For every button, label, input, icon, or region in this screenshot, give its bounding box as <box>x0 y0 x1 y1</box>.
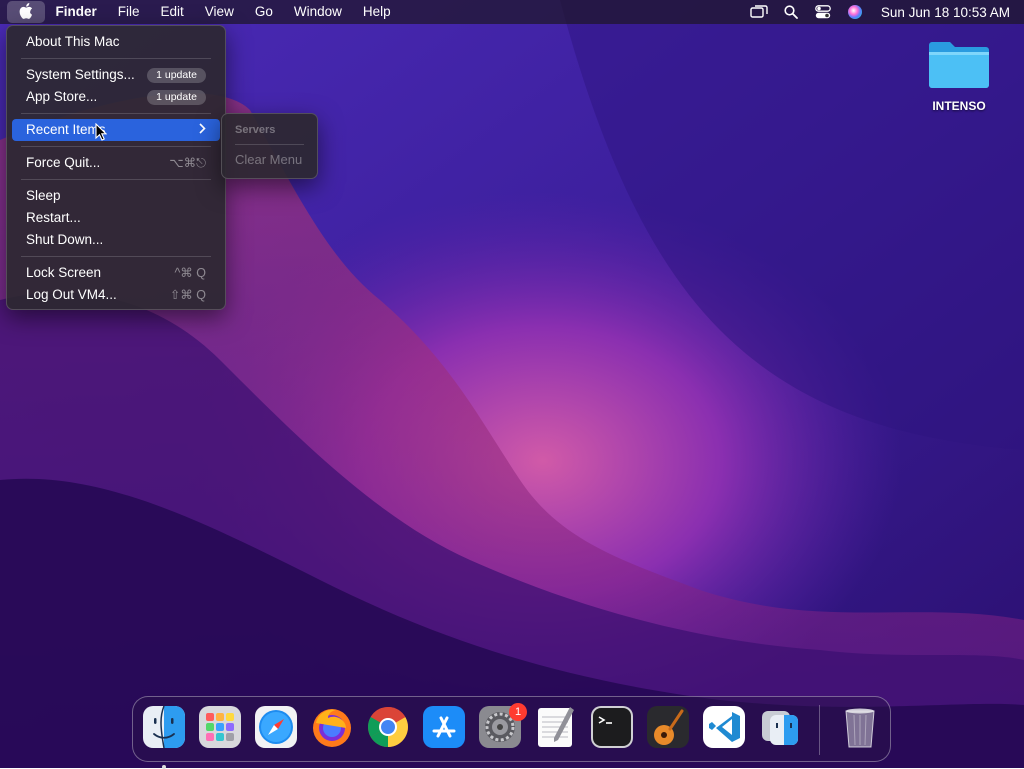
menu-separator <box>21 113 211 114</box>
firefox-icon <box>310 705 354 749</box>
dock-safari[interactable] <box>254 705 298 749</box>
menu-separator <box>21 179 211 180</box>
apple-logo-icon <box>19 2 33 22</box>
menu-item-label: Shut Down... <box>26 232 104 247</box>
desktop-icon-label: INTENSO <box>932 99 986 113</box>
servers-section-header: Servers <box>235 124 276 136</box>
dock-finder[interactable] <box>142 705 186 769</box>
menu-separator <box>21 146 211 147</box>
dock: 1 <box>132 696 891 769</box>
menu-help[interactable]: Help <box>352 0 401 24</box>
safari-icon <box>254 705 298 749</box>
trash-icon <box>838 705 882 749</box>
app-store-item[interactable]: App Store... 1 update <box>12 86 220 108</box>
textedit-icon <box>534 705 578 749</box>
update-badge: 1 update <box>147 89 206 105</box>
update-badge: 1 update <box>147 67 206 83</box>
chrome-icon <box>366 705 410 749</box>
migration-assistant-icon <box>758 705 802 749</box>
menu-item-label: Recent Items <box>26 122 106 137</box>
menu-item-label: Log Out VM4... <box>26 287 117 302</box>
apple-menu-dropdown: About This Mac System Settings... 1 upda… <box>6 25 226 310</box>
desktop-drive-intenso[interactable]: INTENSO <box>924 38 994 113</box>
menu-finder[interactable]: Finder <box>45 0 107 24</box>
recent-items-submenu: Servers Clear Menu <box>221 113 318 179</box>
menu-item-label: Restart... <box>26 210 81 225</box>
launchpad-icon <box>198 705 242 749</box>
menu-edit[interactable]: Edit <box>150 0 194 24</box>
lock-screen-item[interactable]: Lock Screen ^⌘ Q <box>12 262 220 284</box>
dock-launchpad[interactable] <box>198 705 242 749</box>
app-store-icon <box>422 705 466 749</box>
finder-icon <box>142 705 186 749</box>
running-indicator <box>162 765 166 769</box>
menu-item-label: Sleep <box>26 188 61 203</box>
keyboard-shortcut: ⇧⌘ Q <box>169 288 206 302</box>
dock-trash[interactable] <box>838 705 882 749</box>
dock-textedit[interactable] <box>534 705 578 749</box>
menu-item-label: Lock Screen <box>26 265 102 280</box>
menu-separator <box>21 256 211 257</box>
menubar-clock[interactable]: Sun Jun 18 10:53 AM <box>881 5 1010 20</box>
clear-menu-item: Clear Menu <box>235 152 303 167</box>
siri-icon[interactable] <box>845 2 865 22</box>
dock-app-store[interactable] <box>422 705 466 749</box>
dock-divider <box>819 705 820 755</box>
about-this-mac-item[interactable]: About This Mac <box>12 31 220 53</box>
menu-item-label: Force Quit... <box>26 155 101 170</box>
chevron-right-icon <box>199 119 206 141</box>
dock-chrome[interactable] <box>366 705 410 749</box>
force-quit-item[interactable]: Force Quit... ⌥⌘⎋ <box>12 152 220 174</box>
keyboard-shortcut: ⌥⌘⎋ <box>169 156 206 170</box>
dock-migration-assistant[interactable] <box>758 705 802 749</box>
dock-firefox[interactable] <box>310 705 354 749</box>
terminal-icon <box>590 705 634 749</box>
menu-item-label: App Store... <box>26 89 98 104</box>
menu-bar: Finder File Edit View Go Window Help Sun… <box>0 0 1024 24</box>
system-settings-item[interactable]: System Settings... 1 update <box>12 64 220 86</box>
spotlight-search-icon[interactable] <box>781 2 801 22</box>
folder-icon <box>924 38 994 95</box>
menu-separator <box>21 58 211 59</box>
garageband-icon <box>646 705 690 749</box>
menu-item-label: System Settings... <box>26 67 135 82</box>
screen-mirroring-icon[interactable] <box>749 2 769 22</box>
menu-item-label: About This Mac <box>26 34 120 49</box>
menu-file[interactable]: File <box>107 0 150 24</box>
control-center-icon[interactable] <box>813 2 833 22</box>
shut-down-item[interactable]: Shut Down... <box>12 229 220 251</box>
sleep-item[interactable]: Sleep <box>12 185 220 207</box>
menu-window[interactable]: Window <box>283 0 352 24</box>
recent-items-item[interactable]: Recent Items <box>12 119 220 141</box>
menu-view[interactable]: View <box>194 0 244 24</box>
restart-item[interactable]: Restart... <box>12 207 220 229</box>
vscode-icon <box>702 705 746 749</box>
mouse-pointer-icon <box>95 122 108 146</box>
log-out-item[interactable]: Log Out VM4... ⇧⌘ Q <box>12 284 220 306</box>
notification-badge: 1 <box>509 703 527 721</box>
dock-terminal[interactable] <box>590 705 634 749</box>
menu-separator <box>235 144 304 145</box>
dock-vscode[interactable] <box>702 705 746 749</box>
dock-garageband[interactable] <box>646 705 690 749</box>
apple-menu-button[interactable] <box>7 1 45 23</box>
menu-go[interactable]: Go <box>244 0 283 24</box>
keyboard-shortcut: ^⌘ Q <box>174 266 206 280</box>
